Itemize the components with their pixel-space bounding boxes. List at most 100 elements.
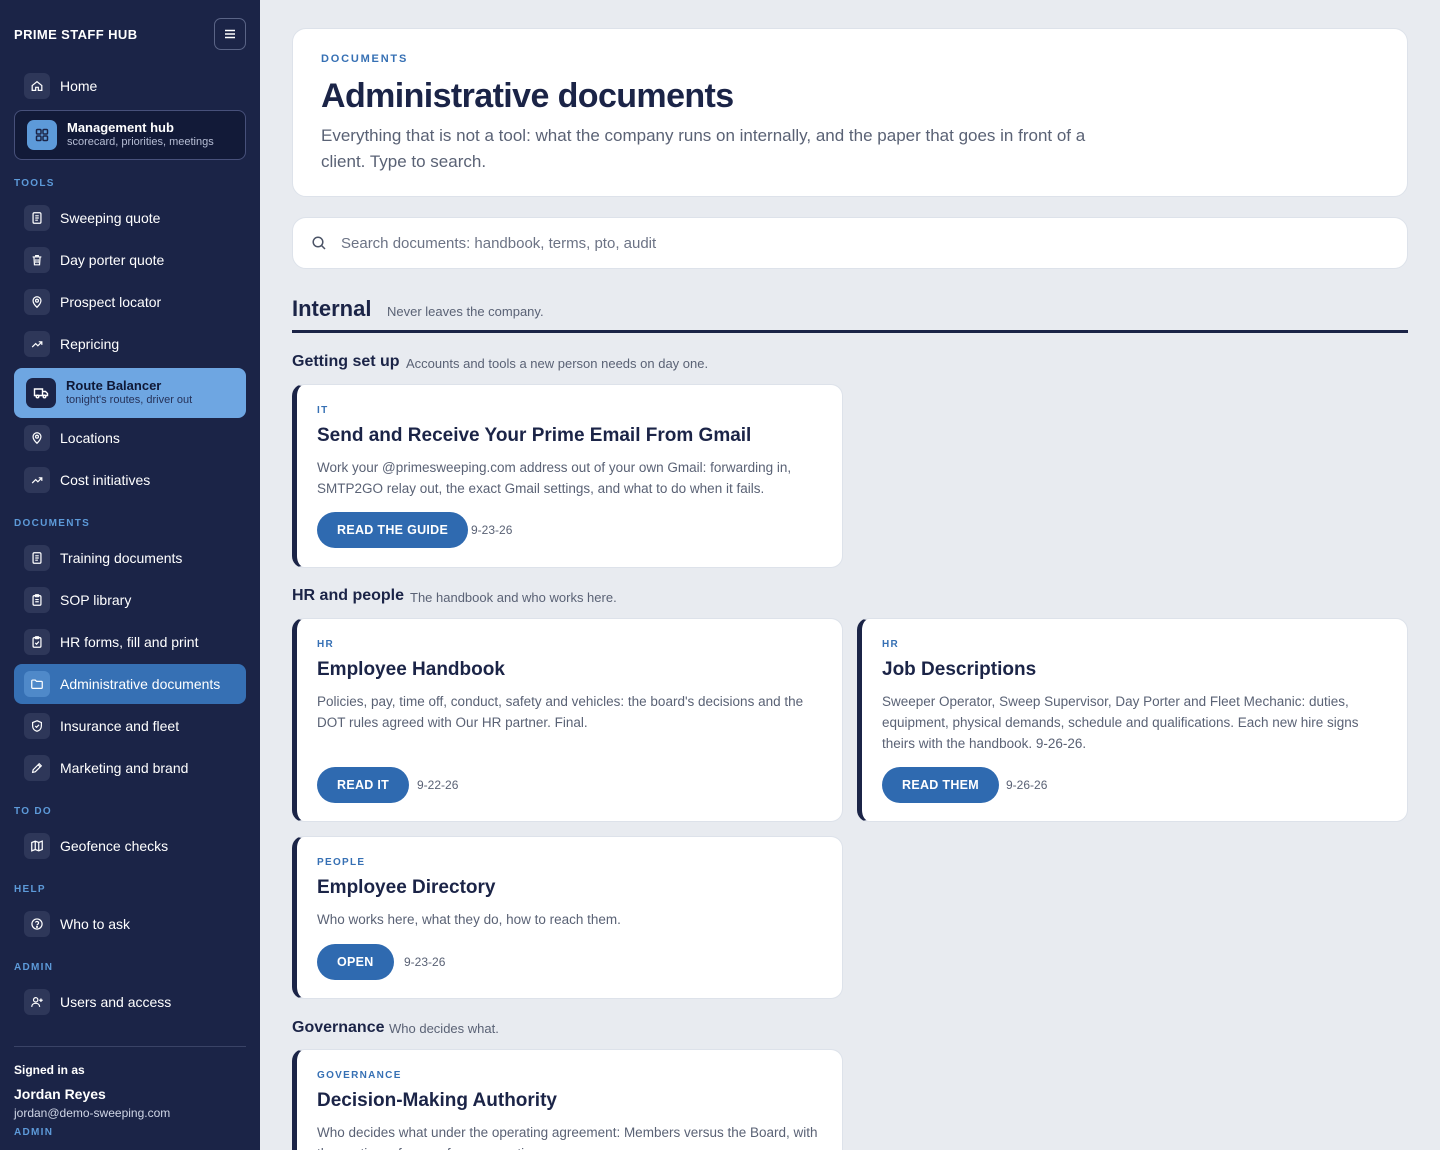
doc-tag: GOVERNANCE <box>317 1070 402 1081</box>
sidebar-item-label: Repricing <box>60 336 120 352</box>
clipboard-icon <box>24 587 50 613</box>
section-label-help: HELP <box>14 884 46 895</box>
search-bar <box>292 217 1408 269</box>
sidebar-item-label: Geofence checks <box>60 838 169 854</box>
document-icon <box>24 545 50 571</box>
doc-tag: HR <box>317 639 335 650</box>
sidebar-item-day-porter-quote[interactable]: Day porter quote <box>14 240 246 280</box>
sidebar-item-label: Cost initiatives <box>60 472 151 488</box>
section-label-todo: TO DO <box>14 806 52 817</box>
sidebar-item-route-balancer[interactable]: Route Balancer tonight's routes, driver … <box>14 368 246 418</box>
doc-description: Who works here, what they do, how to rea… <box>317 912 621 927</box>
read-them-button[interactable]: READ THEM <box>882 767 1000 803</box>
trend-up-icon <box>24 467 50 493</box>
sidebar-item-label: Administrative documents <box>60 676 221 692</box>
doc-title: Decision-Making Authority <box>317 1090 557 1111</box>
page-description: Everything that is not a tool: what the … <box>321 126 1086 171</box>
user-role-badge: ADMIN <box>14 1127 54 1138</box>
sidebar-item-sop-library[interactable]: SOP library <box>14 580 246 620</box>
group-title-governance: Governance <box>292 1019 385 1036</box>
doc-title: Job Descriptions <box>882 659 1037 680</box>
sidebar-item-cost-initiatives[interactable]: Cost initiatives <box>14 460 246 500</box>
sidebar-item-label: Marketing and brand <box>60 760 189 776</box>
trash-icon <box>24 247 50 273</box>
sidebar-item-prospect-locator[interactable]: Prospect locator <box>14 282 246 322</box>
section-title-internal: Internal <box>292 296 372 321</box>
doc-card-decision-making-authority: GOVERNANCE Decision-Making Authority Who… <box>292 1049 843 1150</box>
sidebar-item-who-to-ask[interactable]: Who to ask <box>14 904 246 944</box>
shield-icon <box>24 713 50 739</box>
map-pin-icon <box>24 289 50 315</box>
document-icon <box>24 205 50 231</box>
doc-description: Policies, pay, time off, conduct, safety… <box>317 694 804 730</box>
sidebar-item-insurance-and-fleet[interactable]: Insurance and fleet <box>14 706 246 746</box>
sidebar-divider <box>14 1046 246 1047</box>
sidebar-item-administrative-documents[interactable]: Administrative documents <box>14 664 246 704</box>
group-title-setup: Getting set up <box>292 353 400 370</box>
sidebar-item-label: SOP library <box>60 592 132 608</box>
sidebar-item-users-and-access[interactable]: Users and access <box>14 982 246 1022</box>
doc-date: 9-23-26 <box>471 523 513 537</box>
sidebar-item-hr-forms[interactable]: HR forms, fill and print <box>14 622 246 662</box>
grid-icon <box>27 120 57 150</box>
search-icon <box>312 236 326 250</box>
sidebar-item-locations[interactable]: Locations <box>14 418 246 458</box>
read-the-guide-button[interactable]: READ THE GUIDE <box>317 512 469 548</box>
sidebar: PRIME STAFF HUB Home Management hub scor… <box>0 0 260 1150</box>
pencil-icon <box>24 755 50 781</box>
doc-card-employee-handbook: HR Employee Handbook Policies, pay, time… <box>292 618 843 822</box>
hamburger-icon <box>225 29 235 39</box>
sidebar-item-repricing[interactable]: Repricing <box>14 324 246 364</box>
sidebar-item-label: Home <box>60 78 98 94</box>
doc-date: 9-26-26 <box>1006 778 1048 792</box>
sidebar-item-training-documents[interactable]: Training documents <box>14 538 246 578</box>
management-hub-title: Management hub <box>67 120 174 136</box>
sidebar-item-sweeping-quote[interactable]: Sweeping quote <box>14 198 246 238</box>
doc-title: Send and Receive Your Prime Email From G… <box>317 425 752 446</box>
group-subtitle-hr: The handbook and who works here. <box>410 590 617 605</box>
page-header: DOCUMENTS Administrative documents Every… <box>292 28 1408 197</box>
sidebar-item-label: Locations <box>60 430 120 446</box>
doc-tag: HR <box>882 639 900 650</box>
sidebar-item-management-hub[interactable]: Management hub scorecard, priorities, me… <box>14 110 246 160</box>
doc-card-employee-directory: PEOPLE Employee Directory Who works here… <box>292 836 843 999</box>
section-subtitle: Never leaves the company. <box>387 304 544 319</box>
sidebar-item-label: Prospect locator <box>60 294 162 310</box>
doc-title: Employee Directory <box>317 877 496 898</box>
sidebar-item-label: Who to ask <box>60 916 131 932</box>
user-name: Jordan Reyes <box>14 1086 106 1102</box>
doc-date: 9-23-26 <box>404 955 446 969</box>
sidebar-item-label: Day porter quote <box>60 252 165 268</box>
doc-title: Employee Handbook <box>317 659 505 680</box>
sidebar-header: PRIME STAFF HUB <box>14 18 246 50</box>
route-balancer-title: Route Balancer <box>66 378 162 394</box>
question-icon <box>24 911 50 937</box>
open-button[interactable]: OPEN <box>317 944 394 980</box>
folder-icon <box>24 671 50 697</box>
page-title: Administrative documents <box>321 77 734 115</box>
map-pin-icon <box>24 425 50 451</box>
sidebar-item-marketing-and-brand[interactable]: Marketing and brand <box>14 748 246 788</box>
section-label-documents: DOCUMENTS <box>14 518 91 529</box>
user-email: jordan@demo-sweeping.com <box>14 1106 171 1120</box>
read-it-button[interactable]: READ IT <box>317 767 410 803</box>
search-input[interactable] <box>341 234 1341 252</box>
doc-card-job-descriptions: HR Job Descriptions Sweeper Operator, Sw… <box>857 618 1408 822</box>
doc-card-gmail: IT Send and Receive Your Prime Email Fro… <box>292 384 843 568</box>
map-icon <box>24 833 50 859</box>
sidebar-item-home[interactable]: Home <box>14 66 246 106</box>
doc-tag: PEOPLE <box>317 857 366 868</box>
doc-description: Who decides what under the operating agr… <box>317 1125 818 1150</box>
group-title-hr: HR and people <box>292 587 405 604</box>
sidebar-item-label: HR forms, fill and print <box>60 634 199 650</box>
sidebar-item-geofence-checks[interactable]: Geofence checks <box>14 826 246 866</box>
sidebar-item-label: Training documents <box>60 550 183 566</box>
clipboard-check-icon <box>24 629 50 655</box>
home-icon <box>24 73 50 99</box>
group-subtitle-governance: Who decides what. <box>389 1021 499 1036</box>
section-label-admin: ADMIN <box>14 962 54 973</box>
group-subtitle-setup: Accounts and tools a new person needs on… <box>406 356 709 371</box>
menu-toggle-button[interactable] <box>214 18 246 50</box>
truck-icon <box>26 378 56 408</box>
sidebar-item-label: Sweeping quote <box>60 210 161 226</box>
